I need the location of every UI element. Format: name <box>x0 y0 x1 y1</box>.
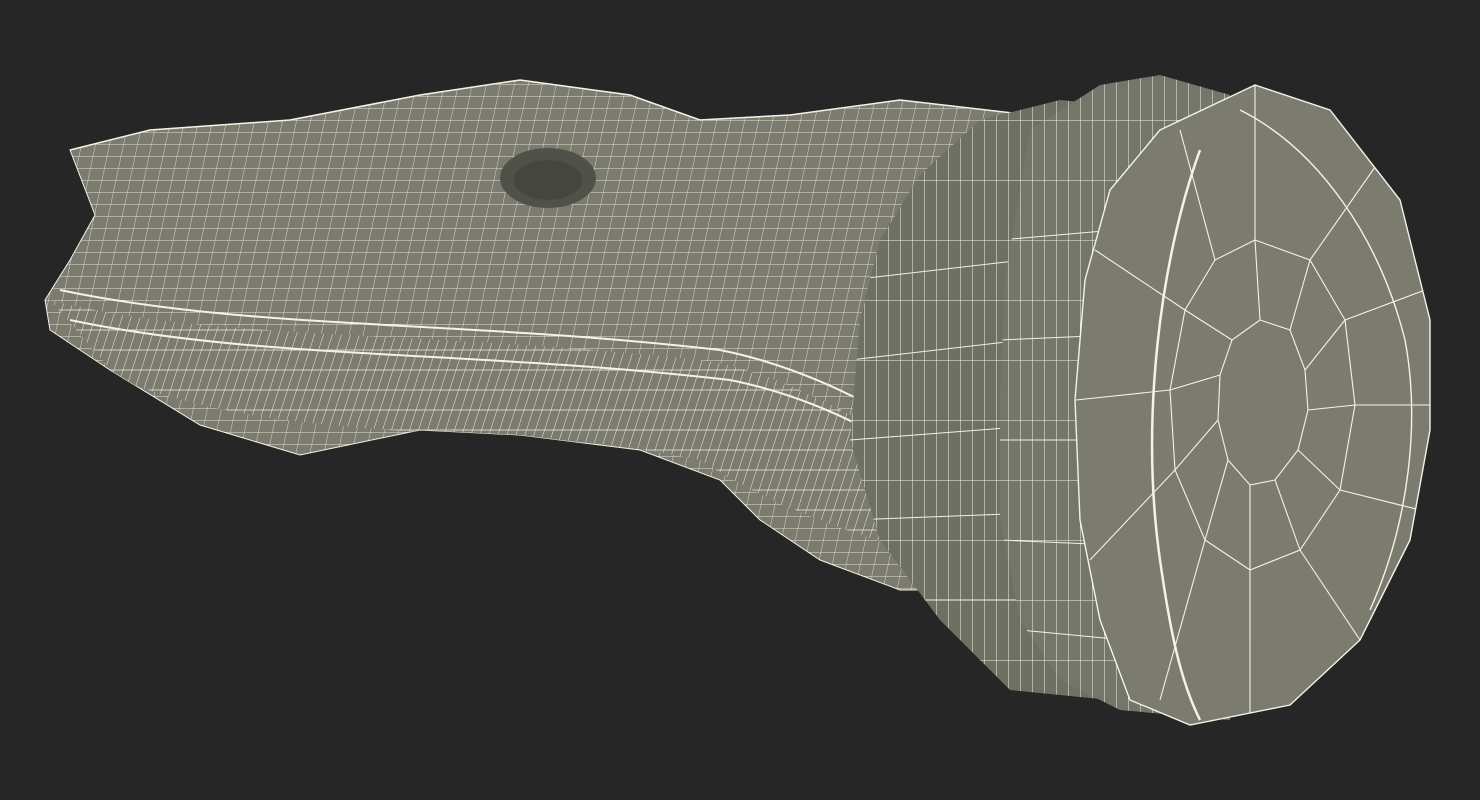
render-viewport <box>0 0 1480 800</box>
base-disc-face <box>1074 84 1431 726</box>
model-render <box>44 75 1431 726</box>
